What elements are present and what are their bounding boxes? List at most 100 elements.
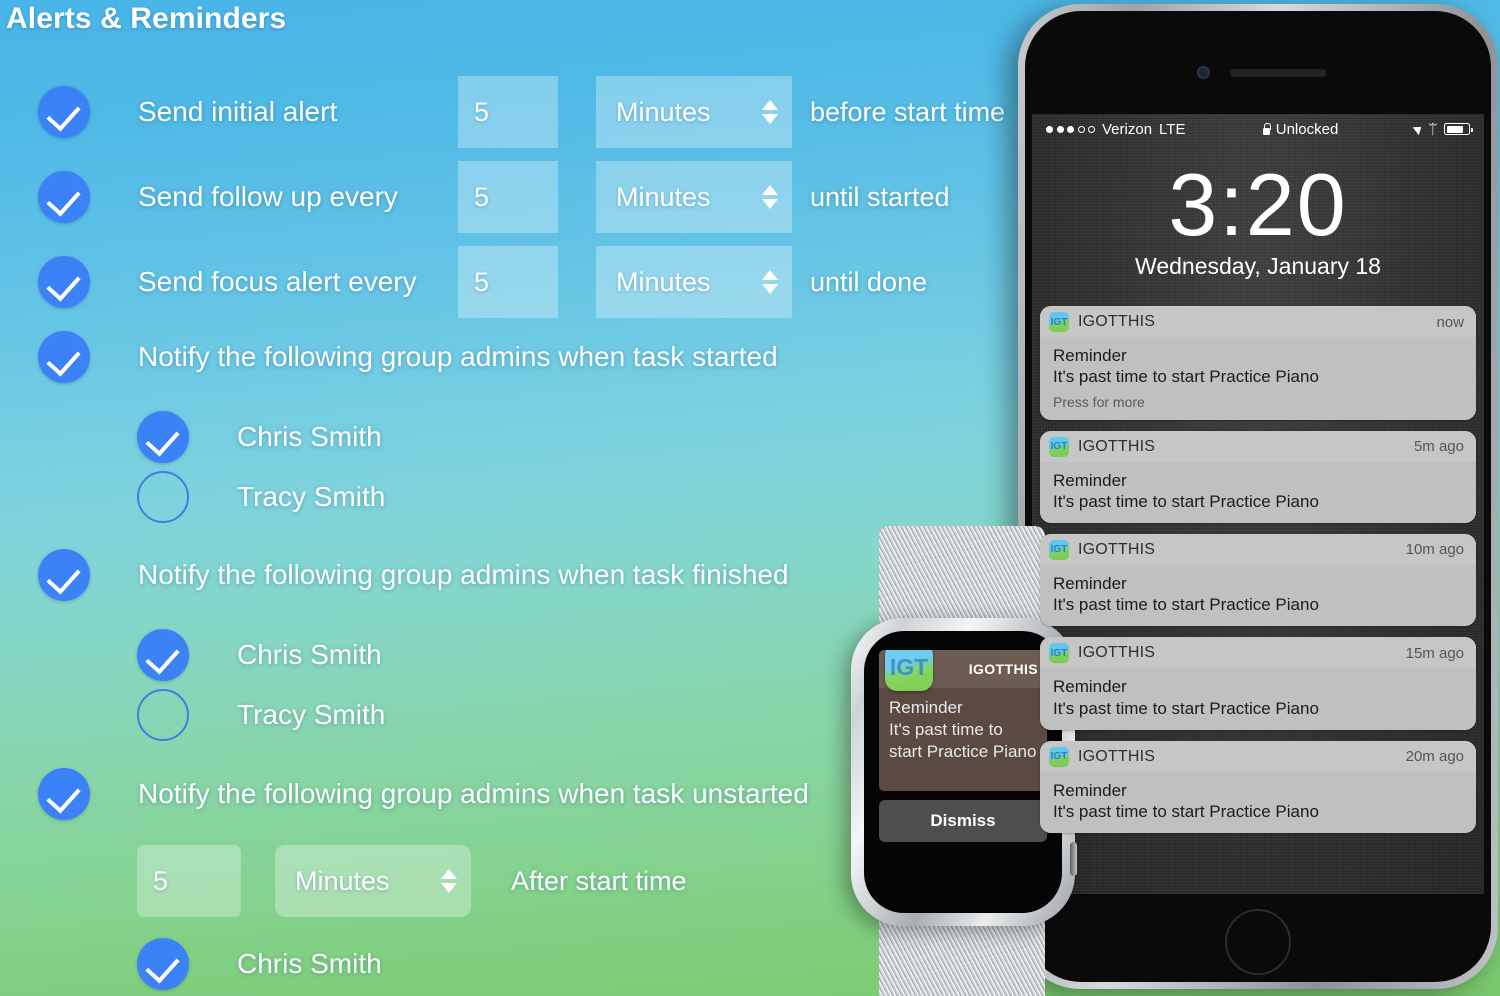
lockscreen-clock: 3:20 Wednesday, January 18 (1032, 144, 1484, 280)
watch-app-name: IGOTTHIS (968, 661, 1038, 677)
notification-title: Reminder (1053, 470, 1127, 490)
notification-app-name: IGOTTHIS (1078, 437, 1156, 455)
label-admin-finished-chris-smith: Chris Smith (237, 639, 382, 670)
admin-row-finished-tracy: Tracy Smith (137, 689, 385, 741)
notification-timestamp: 10m ago (1405, 541, 1464, 559)
unit-select-unstarted-delay[interactable]: Minutes (275, 845, 471, 917)
notification-text: It's past time to start Practice Piano (1053, 367, 1319, 387)
checkbox-admin-started-chris-smith[interactable] (137, 411, 189, 463)
unit-select-follow-up[interactable]: Minutes (596, 161, 792, 233)
checkbox-notify-task-unstarted[interactable] (38, 768, 90, 820)
label-notify-task-started: Notify the following group admins when t… (138, 341, 778, 372)
notification-body: Reminder It's past time to start Practic… (1040, 337, 1476, 420)
number-input-initial-alert[interactable]: 5 (458, 76, 558, 148)
notification-text: It's past time to start Practice Piano (1053, 491, 1319, 511)
suffix-follow-up: until started (810, 181, 950, 212)
notification-list: IGT IGOTTHIS now Reminder It's past time… (1032, 306, 1484, 833)
number-input-follow-up[interactable]: 5 (458, 161, 558, 233)
admin-row-started-tracy: Tracy Smith (137, 471, 385, 523)
notification-title: Reminder (1053, 780, 1127, 800)
admin-row-finished-chris: Chris Smith (137, 629, 382, 681)
notification-item[interactable]: IGT IGOTTHIS 20m ago Reminder It's past … (1040, 740, 1476, 833)
stepper-icon[interactable] (762, 100, 778, 124)
label-send-follow-up: Send follow up every (138, 181, 398, 212)
dismiss-button[interactable]: Dismiss (879, 800, 1047, 843)
checkbox-admin-finished-tracy-smith[interactable] (137, 689, 189, 741)
notification-header: IGT IGOTTHIS 20m ago (1040, 740, 1476, 772)
unit-select-value-followup: Minutes (616, 181, 711, 212)
notification-text: It's past time to start Practice Piano (1053, 698, 1319, 718)
signal-strength-icon (1046, 125, 1095, 133)
checkbox-send-initial-alert[interactable] (38, 86, 90, 138)
earpiece-speaker (1230, 69, 1326, 77)
checkbox-send-focus-alert[interactable] (38, 256, 90, 308)
status-bar: Verizon LTE Unlocked ᛠ (1032, 114, 1484, 144)
checkbox-notify-task-started[interactable] (38, 331, 90, 383)
checkbox-admin-unstarted-chris-smith[interactable] (137, 938, 189, 990)
number-input-focus-alert[interactable]: 5 (458, 246, 558, 318)
notification-item[interactable]: IGT IGOTTHIS 10m ago Reminder It's past … (1040, 533, 1476, 627)
lock-icon (1262, 123, 1271, 135)
unit-select-focus-alert[interactable]: Minutes (596, 246, 792, 318)
igotthis-app-icon: IGT (885, 650, 933, 691)
notification-item[interactable]: IGT IGOTTHIS now Reminder It's past time… (1040, 306, 1476, 420)
label-admin-started-chris-smith: Chris Smith (237, 421, 382, 452)
stepper-icon[interactable] (762, 185, 778, 209)
suffix-unstarted-delay: After start time (511, 865, 687, 896)
notification-text: It's past time to start Practice Piano (1053, 595, 1319, 615)
clock-time: 3:20 (1168, 155, 1348, 254)
unit-select-value-initial: Minutes (616, 96, 711, 127)
group-row-task-unstarted: Notify the following group admins when t… (38, 768, 809, 820)
notification-body: Reminder It's past time to start Practic… (1040, 564, 1476, 627)
admin-row-unstarted-chris: Chris Smith (137, 938, 382, 990)
notification-text: It's past time to start Practice Piano (1053, 801, 1319, 821)
igotthis-app-icon: IGT (1049, 643, 1069, 664)
watch-notification-card[interactable]: IGT IGOTTHIS Reminder It's past time to … (879, 650, 1047, 792)
unit-select-value-focus: Minutes (616, 266, 711, 297)
suffix-initial-alert: before start time (810, 96, 1006, 127)
notification-timestamp: 5m ago (1413, 438, 1464, 456)
front-camera-icon (1197, 66, 1210, 79)
watch-band-bottom (879, 914, 1045, 996)
group-row-task-finished: Notify the following group admins when t… (38, 549, 789, 601)
notification-app-name: IGOTTHIS (1078, 313, 1156, 331)
notification-item[interactable]: IGT IGOTTHIS 15m ago Reminder It's past … (1040, 637, 1476, 730)
number-input-unstarted-delay[interactable]: 5 (137, 845, 241, 917)
battery-icon (1444, 123, 1473, 135)
unstarted-delay-row: 5 Minutes After start time (137, 845, 687, 917)
igotthis-app-icon: IGT (1049, 436, 1069, 457)
notification-title: Reminder (1053, 677, 1127, 697)
igotthis-app-icon: IGT (1049, 746, 1069, 767)
watch-notification-title: Reminder (889, 698, 963, 717)
alert-row-focus: Send focus alert every 5 Minutes until d… (38, 246, 927, 318)
igotthis-app-icon: IGT (1049, 312, 1069, 333)
unit-select-initial-alert[interactable]: Minutes (596, 76, 792, 148)
label-notify-task-unstarted: Notify the following group admins when t… (138, 778, 809, 809)
checkbox-admin-finished-chris-smith[interactable] (137, 629, 189, 681)
notification-header: IGT IGOTTHIS 5m ago (1040, 430, 1476, 462)
checkbox-send-follow-up[interactable] (38, 171, 90, 223)
home-button[interactable] (1225, 909, 1291, 975)
group-row-task-started: Notify the following group admins when t… (38, 331, 778, 383)
checkbox-admin-started-tracy-smith[interactable] (137, 471, 189, 523)
notification-hint: Press for more (1053, 393, 1145, 410)
label-admin-unstarted-chris-smith: Chris Smith (237, 948, 382, 979)
checkbox-notify-task-finished[interactable] (38, 549, 90, 601)
watch-side-button[interactable] (1070, 842, 1077, 876)
suffix-focus-alert: until done (810, 266, 928, 297)
notification-item[interactable]: IGT IGOTTHIS 5m ago Reminder It's past t… (1040, 430, 1476, 523)
carrier-label: Verizon (1102, 120, 1153, 138)
notification-header: IGT IGOTTHIS now (1040, 306, 1476, 338)
label-admin-started-tracy-smith: Tracy Smith (237, 481, 386, 512)
notification-timestamp: 20m ago (1405, 748, 1464, 766)
iphone-body: Verizon LTE Unlocked ᛠ 3:20 Wednesday, J… (1025, 11, 1491, 982)
location-arrow-icon (1412, 122, 1424, 136)
clock-date: Wednesday, January 18 (1135, 253, 1381, 280)
notification-body: Reminder It's past time to start Practic… (1040, 668, 1476, 730)
stepper-icon[interactable] (762, 270, 778, 294)
label-notify-task-finished: Notify the following group admins when t… (138, 559, 789, 590)
network-type-label: LTE (1159, 120, 1186, 138)
notification-app-name: IGOTTHIS (1078, 747, 1156, 765)
stepper-icon[interactable] (441, 869, 457, 893)
status-bar-center: Unlocked (1185, 121, 1414, 138)
